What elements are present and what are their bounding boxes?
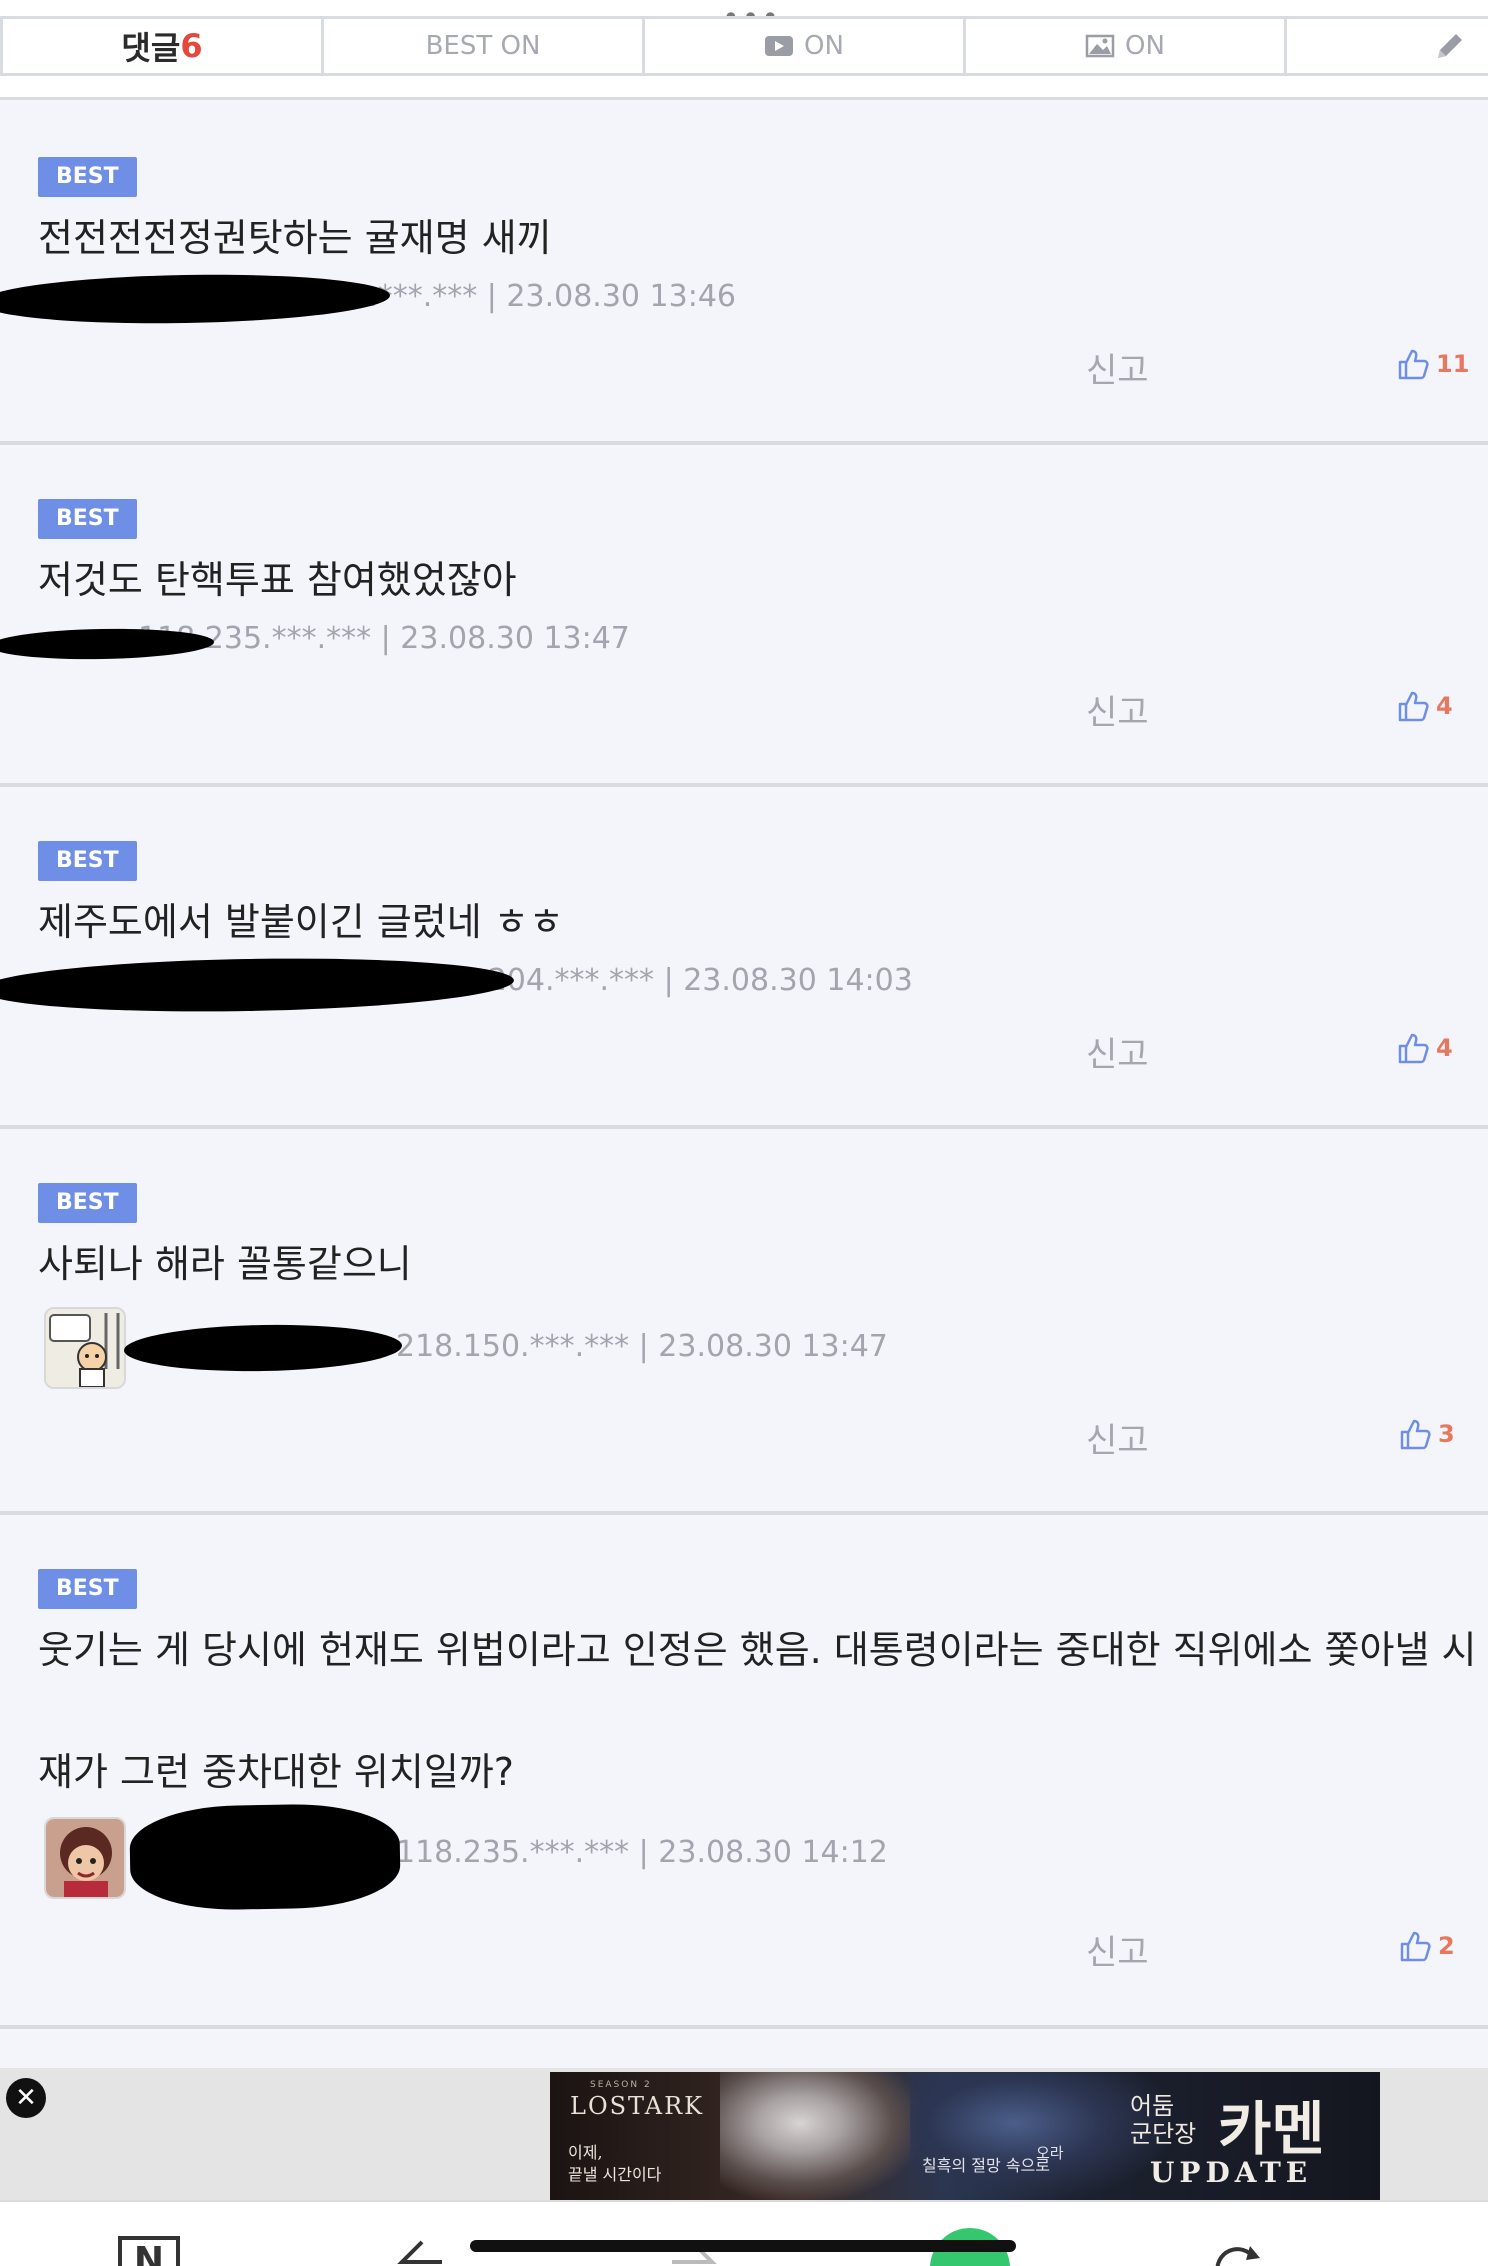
comment-item: BEST 제주도에서 발붙이긴 글렀네 ㅎㅎ 75.204.***.*** | … bbox=[0, 787, 1488, 1129]
avatar[interactable] bbox=[44, 1307, 126, 1389]
tab-best-on[interactable]: BEST ON bbox=[321, 16, 642, 76]
best-badge: BEST bbox=[38, 157, 137, 197]
thumbs-up-icon bbox=[1400, 1931, 1431, 1962]
comments-count: 6 bbox=[180, 27, 203, 65]
tab-comments[interactable]: 댓글 6 bbox=[0, 16, 321, 76]
comment-body: 저것도 탄핵투표 참여했었잖아 bbox=[38, 558, 517, 602]
tab-image-on[interactable]: ON bbox=[963, 16, 1284, 76]
image-icon bbox=[1085, 34, 1115, 58]
best-badge: BEST bbox=[38, 499, 137, 539]
avatar-image bbox=[46, 1309, 124, 1387]
pencil-icon bbox=[1438, 34, 1462, 58]
ad-tagline-2: 끝낼 시간이다 bbox=[568, 2165, 662, 2184]
ad-banner-bar: ✕ SEASON 2 LOSTARK 이제, 끝낼 시간이다 오라 칠흑의 절망… bbox=[0, 2068, 1488, 2200]
like-count: 4 bbox=[1436, 1034, 1453, 1062]
author-redaction bbox=[0, 271, 391, 327]
naver-home-icon[interactable]: N bbox=[118, 2236, 180, 2266]
thumbs-up-icon bbox=[1398, 1033, 1429, 1064]
tab-image-label: ON bbox=[1125, 31, 1165, 61]
report-button[interactable]: 신고 bbox=[1086, 1027, 1149, 1076]
report-button[interactable]: 신고 bbox=[1086, 1413, 1149, 1462]
comment-tab-bar: ••• 댓글6 BEST ON ON ON bbox=[0, 0, 1488, 100]
tab-video-on[interactable]: ON bbox=[642, 16, 963, 76]
like-count: 2 bbox=[1438, 1932, 1455, 1960]
back-arrow-icon[interactable] bbox=[392, 2236, 452, 2266]
comment-meta: 25.***.*** | 23.08.30 13:46 bbox=[330, 279, 737, 314]
ad-brand-logo: LOSTARK bbox=[570, 2092, 705, 2120]
ad-season: SEASON 2 bbox=[590, 2080, 652, 2090]
comment-meta: 218.150.***.*** | 23.08.30 13:47 bbox=[396, 1329, 888, 1364]
ad-tagline: 이제, 끝낼 시간이다 bbox=[568, 2142, 661, 2186]
tab-video-label: ON bbox=[804, 31, 844, 61]
author-redaction bbox=[0, 954, 515, 1016]
refresh-icon[interactable] bbox=[1206, 2236, 1266, 2266]
ad-character-image bbox=[720, 2072, 920, 2200]
close-icon[interactable]: ✕ bbox=[6, 2078, 46, 2118]
like-count: 11 bbox=[1436, 350, 1470, 378]
like-button[interactable]: 4 bbox=[1396, 689, 1453, 723]
report-button[interactable]: 신고 bbox=[1086, 1925, 1149, 1974]
author-redaction bbox=[129, 1802, 401, 1912]
ad-title-small-1: 어둠 bbox=[1130, 2092, 1175, 2120]
tab-write[interactable] bbox=[1284, 16, 1488, 76]
ad-title-small-2: 군단장 bbox=[1130, 2120, 1197, 2148]
comment-body: 전전전전정권탓하는 귤재명 새끼 bbox=[38, 216, 552, 260]
comment-body: 웃기는 게 당시에 헌재도 위법이라고 인정은 했음. 대통령이라는 중대한 직… bbox=[38, 1628, 1477, 1672]
comment-item: BEST 웃기는 게 당시에 헌재도 위법이라고 인정은 했음. 대통령이라는 … bbox=[0, 1515, 1488, 2029]
comment-item: BEST 저것도 탄핵투표 참여했었잖아 118.235.***.*** | 2… bbox=[0, 445, 1488, 787]
comments-label: 댓글 bbox=[121, 29, 181, 67]
report-button[interactable]: 신고 bbox=[1086, 343, 1149, 392]
home-indicator[interactable] bbox=[470, 2240, 1016, 2252]
like-button[interactable]: 3 bbox=[1398, 1417, 1455, 1451]
best-badge: BEST bbox=[38, 1569, 137, 1609]
author-redaction bbox=[123, 1322, 403, 1374]
tab-best-label: BEST ON bbox=[425, 31, 541, 61]
comment-body-line2: 쟤가 그런 중차대한 위치일까? bbox=[38, 1750, 514, 1794]
comment-item: BEST 사퇴나 해라 꼴통같으니 218.150.***.*** | 23.0… bbox=[0, 1129, 1488, 1515]
comment-meta: 118.235.***.*** | 23.08.30 14:12 bbox=[396, 1835, 888, 1870]
like-button[interactable]: 11 bbox=[1396, 347, 1469, 381]
best-badge: BEST bbox=[38, 1183, 137, 1223]
ad-title-small: 어둠 군단장 bbox=[1130, 2092, 1196, 2148]
like-button[interactable]: 4 bbox=[1396, 1031, 1453, 1065]
browser-bottom-nav: N bbox=[0, 2200, 1488, 2266]
comment-body: 사퇴나 해라 꼴통같으니 bbox=[38, 1242, 412, 1286]
ad-update-label: UPDATE bbox=[1150, 2156, 1313, 2189]
comment-body: 제주도에서 발붙이긴 글렀네 ㅎㅎ bbox=[38, 900, 564, 944]
comment-item: BEST 전전전전정권탓하는 귤재명 새끼 25.***.*** | 23.08… bbox=[0, 103, 1488, 445]
thumbs-up-icon bbox=[1400, 1419, 1431, 1450]
like-count: 3 bbox=[1438, 1420, 1455, 1448]
ad-banner[interactable]: SEASON 2 LOSTARK 이제, 끝낼 시간이다 오라 칠흑의 절망 속… bbox=[550, 2072, 1380, 2200]
thumbs-up-icon bbox=[1398, 349, 1429, 380]
tabs: 댓글 6 BEST ON ON ON bbox=[0, 16, 1488, 76]
like-count: 4 bbox=[1436, 692, 1453, 720]
video-icon bbox=[765, 36, 794, 56]
avatar[interactable] bbox=[44, 1817, 126, 1899]
ad-tagline-1: 이제, bbox=[568, 2143, 603, 2162]
thumbs-up-icon bbox=[1398, 691, 1429, 722]
report-button[interactable]: 신고 bbox=[1086, 685, 1149, 734]
avatar-image bbox=[46, 1819, 124, 1897]
ad-mid-text: 칠흑의 절망 속으로 bbox=[922, 2156, 1050, 2175]
best-badge: BEST bbox=[38, 841, 137, 881]
like-button[interactable]: 2 bbox=[1398, 1929, 1455, 1963]
ad-title-big: 카멘 bbox=[1218, 2095, 1325, 2163]
